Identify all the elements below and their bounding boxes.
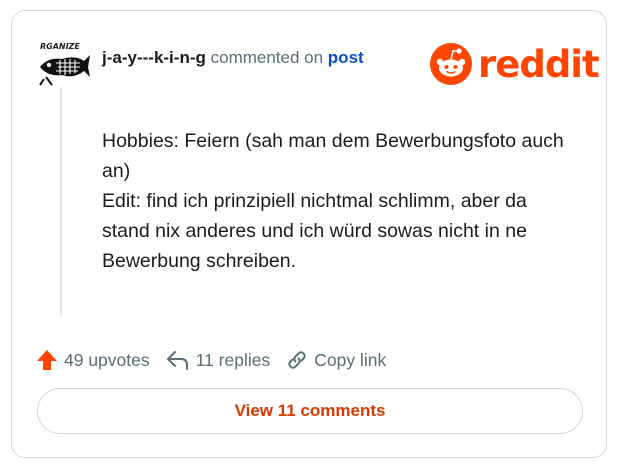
post-link[interactable]: post: [328, 48, 364, 67]
action-bar: 49 upvotes 11 replies Copy link: [36, 349, 402, 371]
reply-arrow-icon: [166, 351, 188, 370]
reddit-logo[interactable]: reddit: [430, 42, 600, 86]
reddit-snoo-icon: [430, 43, 472, 85]
username-link[interactable]: j-a-y---k-i-n-g: [102, 48, 206, 67]
copy-link-button[interactable]: Copy link: [286, 349, 386, 371]
replies-button[interactable]: 11 replies: [166, 349, 271, 371]
comment-card: RGANIZE j-a-y---k-i-n-g commented on pos…: [11, 10, 607, 458]
upvote-button[interactable]: 49 upvotes: [36, 349, 150, 371]
view-comments-button[interactable]: View 11 comments: [37, 388, 583, 434]
upvote-arrow-icon: [37, 350, 57, 370]
copy-link-label: Copy link: [314, 349, 387, 370]
comment-line-2: Edit: find ich prinzipiell nichtmal schl…: [102, 190, 527, 272]
comment-line-1: Hobbies: Feiern (sah man dem Bewerbungsf…: [102, 130, 564, 182]
link-chain-icon: [288, 351, 306, 369]
avatar-text: RGANIZE: [40, 42, 80, 51]
reddit-wordmark: reddit: [478, 42, 600, 86]
comment-header: j-a-y---k-i-n-g commented on post: [102, 48, 364, 68]
comment-body: Hobbies: Feiern (sah man dem Bewerbungsf…: [102, 126, 572, 276]
commented-on-text: commented on: [210, 48, 324, 67]
replies-count: 11 replies: [195, 349, 271, 370]
thread-line: [60, 87, 62, 317]
fish-skeleton-icon: RGANIZE: [39, 42, 90, 86]
avatar[interactable]: RGANIZE: [36, 41, 92, 87]
upvote-count: 49 upvotes: [64, 349, 150, 370]
